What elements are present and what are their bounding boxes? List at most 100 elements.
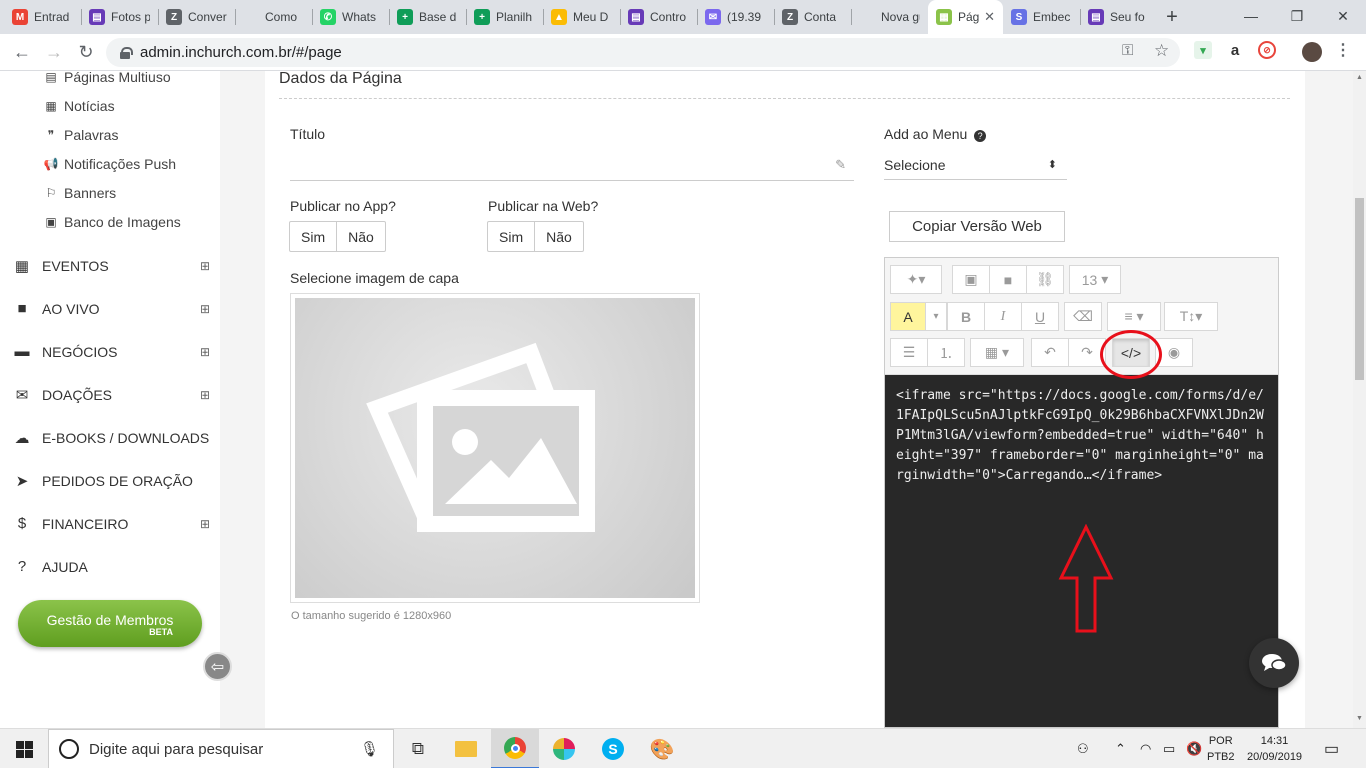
add-menu-select[interactable]: Selecione ⬍ <box>884 150 1067 180</box>
expand-plus-icon[interactable]: ⊞ <box>200 388 210 402</box>
sidebar-sub-item[interactable]: ▦ Notícias <box>43 98 114 114</box>
sidebar-item[interactable]: $ FINANCEIRO ⊞ <box>12 515 212 532</box>
browser-tab[interactable]: ▤ Contro <box>620 0 697 34</box>
cover-image-picker[interactable] <box>290 293 700 603</box>
wifi-icon[interactable]: ◠ <box>1140 729 1151 768</box>
close-window-icon[interactable]: ✕ <box>1320 0 1366 32</box>
expand-plus-icon[interactable]: ⊞ <box>200 345 210 359</box>
bold-icon[interactable]: B <box>947 302 985 331</box>
text-height-dropdown-icon[interactable]: T↕▾ <box>1164 302 1218 331</box>
back-icon[interactable]: ← <box>6 36 38 68</box>
windows-start-icon[interactable] <box>0 729 48 768</box>
sidebar-sub-item[interactable]: ❞ Palavras <box>43 127 119 143</box>
expand-plus-icon[interactable]: ⊞ <box>200 517 210 531</box>
sidebar-item[interactable]: ☁ E-BOOKS / DOWNLOADS <box>12 429 212 447</box>
sidebar-sub-item[interactable]: 📢 Notificações Push <box>43 156 177 172</box>
numbered-list-icon[interactable]: ⒈ <box>927 338 965 367</box>
expand-plus-icon[interactable]: ⊞ <box>200 302 210 316</box>
title-input[interactable]: ✎ <box>290 152 854 181</box>
publish-web-yes-button[interactable]: Sim <box>488 222 534 251</box>
publish-app-no-button[interactable]: Não <box>336 222 385 251</box>
browser-tab[interactable]: + Planilh <box>466 0 543 34</box>
browser-tab[interactable]: ▲ Meu D <box>543 0 620 34</box>
forward-icon[interactable]: → <box>38 36 70 68</box>
publish-app-yes-button[interactable]: Sim <box>290 222 336 251</box>
chrome-menu-icon[interactable]: ⋮ <box>1334 41 1352 59</box>
insert-link-icon[interactable]: ⛓ <box>1026 265 1064 294</box>
scroll-up-icon[interactable]: ▲ <box>1356 74 1363 81</box>
extension-lastpass-icon[interactable]: ⊘ <box>1258 41 1276 59</box>
profile-avatar[interactable] <box>1302 42 1322 62</box>
sidebar-sub-item[interactable]: ▤ Páginas Multiuso <box>43 69 170 85</box>
insert-image-icon[interactable]: ▣ <box>952 265 990 294</box>
paint-taskbar-icon[interactable]: 🎨 <box>638 729 686 768</box>
address-bar[interactable]: admin.inchurch.com.br/#/page ⚿ ☆ <box>106 38 1180 67</box>
browser-tab[interactable]: ✉ (19.39 <box>697 0 774 34</box>
browser-tab[interactable]: M Entrad <box>4 0 81 34</box>
browser-tab[interactable]: Z Conver <box>158 0 235 34</box>
extension-inbox-icon[interactable]: ▾ <box>1194 41 1212 59</box>
browser-tab[interactable]: S Embec <box>1003 0 1080 34</box>
sidebar-sub-item[interactable]: ▣ Banco de Imagens <box>43 214 180 230</box>
slack-taskbar-icon[interactable] <box>540 729 588 768</box>
restore-icon[interactable]: ❐ <box>1274 0 1320 32</box>
highlight-color-icon[interactable]: A <box>890 302 926 331</box>
page-scrollbar[interactable]: ▲ ▼ <box>1353 71 1366 728</box>
sidebar-item[interactable]: ▦ EVENTOS ⊞ <box>12 257 212 275</box>
undo-icon[interactable]: ↶ <box>1031 338 1069 367</box>
publish-web-no-button[interactable]: Não <box>534 222 583 251</box>
copy-web-version-button[interactable]: Copiar Versão Web <box>889 211 1065 242</box>
browser-tab[interactable]: ▤ Fotos p <box>81 0 158 34</box>
italic-icon[interactable]: I <box>984 302 1022 331</box>
table-dropdown-icon[interactable]: ▦ ▾ <box>970 338 1024 367</box>
underline-icon[interactable]: U <box>1021 302 1059 331</box>
notifications-icon[interactable]: ▭ <box>1324 729 1339 768</box>
minimize-icon[interactable]: — <box>1228 0 1274 32</box>
extension-a-icon[interactable]: a <box>1226 41 1244 59</box>
task-view-icon[interactable]: ⧉ <box>394 729 442 768</box>
language-indicator[interactable]: POR PTB2 <box>1207 733 1235 765</box>
system-clock[interactable]: 14:31 20/09/2019 <box>1247 733 1302 765</box>
key-icon[interactable]: ⚿ <box>1122 42 1133 59</box>
people-icon[interactable]: ⚇ <box>1077 729 1089 768</box>
close-tab-icon[interactable]: ✕ <box>984 9 995 25</box>
bookmark-star-icon[interactable]: ☆ <box>1154 41 1169 61</box>
scrollbar-thumb[interactable] <box>1355 198 1364 380</box>
browser-tab[interactable]: ✆ Whats <box>312 0 389 34</box>
browser-tab[interactable]: ▦ Pág ✕ <box>928 0 1003 34</box>
sidebar-sub-item[interactable]: ⚐ Banners <box>43 185 117 201</box>
collapse-sidebar-icon[interactable]: ⇦ <box>203 652 232 681</box>
microphone-icon[interactable]: 🎙 <box>360 740 379 758</box>
insert-video-icon[interactable]: ■ <box>989 265 1027 294</box>
browser-tab[interactable]: Como <box>235 0 312 34</box>
browser-tab[interactable]: Z Conta <box>774 0 851 34</box>
sidebar-item[interactable]: ▬ NEGÓCIOS ⊞ <box>12 343 212 360</box>
sidebar-item[interactable]: ? AJUDA <box>12 558 212 575</box>
align-dropdown-icon[interactable]: ≡ ▾ <box>1107 302 1161 331</box>
file-explorer-icon[interactable] <box>442 729 490 768</box>
taskbar-search-box[interactable]: Digite aqui para pesquisar 🎙 <box>48 729 394 768</box>
battery-icon[interactable]: ▭ <box>1163 729 1175 768</box>
chrome-taskbar-icon[interactable] <box>491 729 539 768</box>
browser-tab[interactable]: ▤ Seu fo <box>1080 0 1157 34</box>
font-size-dropdown[interactable]: 13 ▾ <box>1069 265 1121 294</box>
chat-support-icon[interactable] <box>1249 638 1299 688</box>
browser-tab[interactable]: + Base d <box>389 0 466 34</box>
expand-plus-icon[interactable]: ⊞ <box>200 259 210 273</box>
magic-wand-icon[interactable]: ✦▾ <box>890 265 942 294</box>
eraser-icon[interactable]: ⌫ <box>1064 302 1102 331</box>
color-dropdown-icon[interactable]: ▾ <box>925 302 947 331</box>
tray-expand-icon[interactable]: ⌃ <box>1115 729 1126 768</box>
help-icon[interactable]: ? <box>974 130 987 142</box>
volume-muted-icon[interactable]: 🔇 <box>1186 729 1202 768</box>
reload-icon[interactable]: ↻ <box>70 36 102 68</box>
sidebar-item[interactable]: ■ AO VIVO ⊞ <box>12 300 212 317</box>
sidebar-item[interactable]: ✉ DOAÇÕES ⊞ <box>12 386 212 404</box>
browser-tab[interactable]: Nova guia <box>851 0 928 34</box>
skype-taskbar-icon[interactable]: S <box>589 729 637 768</box>
scroll-down-icon[interactable]: ▼ <box>1356 715 1363 722</box>
members-management-button[interactable]: Gestão de Membros BETA <box>18 600 202 647</box>
sidebar-item[interactable]: ➤ PEDIDOS DE ORAÇÃO <box>12 472 212 490</box>
new-tab-button[interactable]: + <box>1157 0 1187 34</box>
bullet-list-icon[interactable]: ☰ <box>890 338 928 367</box>
